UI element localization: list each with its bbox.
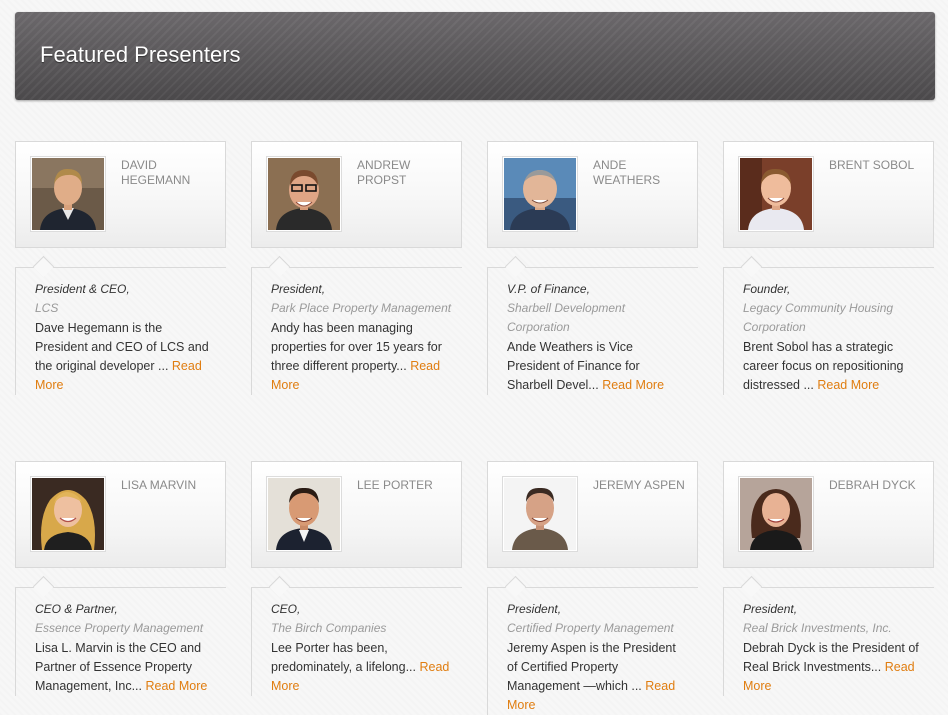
bubble-pointer [504, 575, 527, 598]
bubble-pointer [32, 255, 55, 278]
presenter-info: President, Certified Property Management… [487, 575, 698, 715]
presenter-header-box: DAVID HEGEMANN [15, 141, 226, 248]
bubble-pointer [32, 575, 55, 598]
presenter-photo[interactable] [502, 476, 578, 552]
presenter-role: President, [743, 602, 798, 616]
presenter-photo[interactable] [30, 156, 106, 232]
person-avatar-icon [268, 158, 340, 230]
presenter-company: Real Brick Investments, Inc. [743, 621, 892, 635]
page-title: Featured Presenters [40, 42, 241, 67]
presenter-role: President & CEO, [35, 282, 130, 296]
presenter-company: Sharbell Development Corporation [507, 301, 626, 334]
presenter-bio: Andy has been managing properties for ov… [271, 319, 452, 395]
presenter-name: LEE PORTER [357, 478, 433, 492]
read-more-link[interactable]: Read More [817, 378, 879, 392]
presenter-name: BRENT SOBOL [829, 158, 915, 172]
presenter-header-box: ANDREW PROPST [251, 141, 462, 248]
presenter-name: LISA MARVIN [121, 478, 197, 492]
presenter-bio: Lisa L. Marvin is the CEO and Partner of… [35, 639, 216, 696]
presenter-company: Certified Property Management [507, 621, 674, 635]
presenter-header-box: BRENT SOBOL [723, 141, 934, 248]
presenter-company: Legacy Community Housing Corporation [743, 301, 894, 334]
presenter-role: V.P. of Finance, [507, 282, 590, 296]
presenter-company: Essence Property Management [35, 621, 204, 635]
featured-presenters-header: Featured Presenters [15, 12, 935, 100]
read-more-link[interactable]: Read More [145, 679, 207, 693]
presenter-info: President & CEO, LCS Dave Hegemann is th… [15, 255, 226, 395]
presenter-photo[interactable] [738, 156, 814, 232]
presenter-photo[interactable] [266, 476, 342, 552]
presenter-bio: Dave Hegemann is the President and CEO o… [35, 319, 216, 395]
bubble-pointer [268, 575, 291, 598]
presenter-header-box: JEREMY ASPEN [487, 461, 698, 568]
person-avatar-icon [740, 478, 812, 550]
presenter-photo[interactable] [738, 476, 814, 552]
presenter-info: President, Park Place Property Managemen… [251, 255, 462, 395]
presenter-bio: Debrah Dyck is the President of Real Bri… [743, 639, 924, 696]
person-avatar-icon [504, 158, 576, 230]
presenter-info: Founder, Legacy Community Housing Corpor… [723, 255, 934, 395]
bubble-pointer [740, 255, 763, 278]
bubble-pointer [740, 575, 763, 598]
presenter-info: V.P. of Finance, Sharbell Development Co… [487, 255, 698, 395]
presenter-photo[interactable] [266, 156, 342, 232]
presenter-role: Founder, [743, 282, 791, 296]
presenter-header-box: LEE PORTER [251, 461, 462, 568]
presenter-company: Park Place Property Management [271, 301, 452, 315]
presenter-bio: Lee Porter has been, predominately, a li… [271, 639, 452, 696]
presenter-company: The Birch Companies [271, 621, 387, 635]
presenter-name: ANDREW PROPST [357, 158, 411, 187]
presenter-company: LCS [35, 301, 59, 315]
person-avatar-icon [32, 478, 104, 550]
presenter-bio: Jeremy Aspen is the President of Certifi… [507, 639, 688, 715]
person-avatar-icon [32, 158, 104, 230]
presenter-role: CEO & Partner, [35, 602, 118, 616]
presenter-role: CEO, [271, 602, 301, 616]
presenter-role: President, [271, 282, 326, 296]
bubble-pointer [268, 255, 291, 278]
presenter-header-box: DEBRAH DYCK [723, 461, 934, 568]
presenter-info: CEO & Partner, Essence Property Manageme… [15, 575, 226, 696]
presenter-info: President, Real Brick Investments, Inc. … [723, 575, 934, 696]
presenter-role: President, [507, 602, 562, 616]
presenter-header-box: LISA MARVIN [15, 461, 226, 568]
person-avatar-icon [504, 478, 576, 550]
person-avatar-icon [268, 478, 340, 550]
presenter-header-box: ANDE WEATHERS [487, 141, 698, 248]
presenter-info: CEO, The Birch Companies Lee Porter has … [251, 575, 462, 696]
presenter-name: JEREMY ASPEN [593, 478, 685, 492]
presenter-name: DEBRAH DYCK [829, 478, 916, 492]
presenter-bio: Ande Weathers is Vice President of Finan… [507, 338, 688, 395]
read-more-link[interactable]: Read More [602, 378, 664, 392]
bubble-pointer [504, 255, 527, 278]
presenter-photo[interactable] [502, 156, 578, 232]
presenter-bio: Brent Sobol has a strategic career focus… [743, 338, 924, 395]
presenter-bio-text: Lee Porter has been, predominately, a li… [271, 641, 420, 674]
presenter-name: ANDE WEATHERS [593, 158, 661, 187]
presenter-photo[interactable] [30, 476, 106, 552]
person-avatar-icon [740, 158, 812, 230]
presenter-name: DAVID HEGEMANN [121, 158, 191, 187]
